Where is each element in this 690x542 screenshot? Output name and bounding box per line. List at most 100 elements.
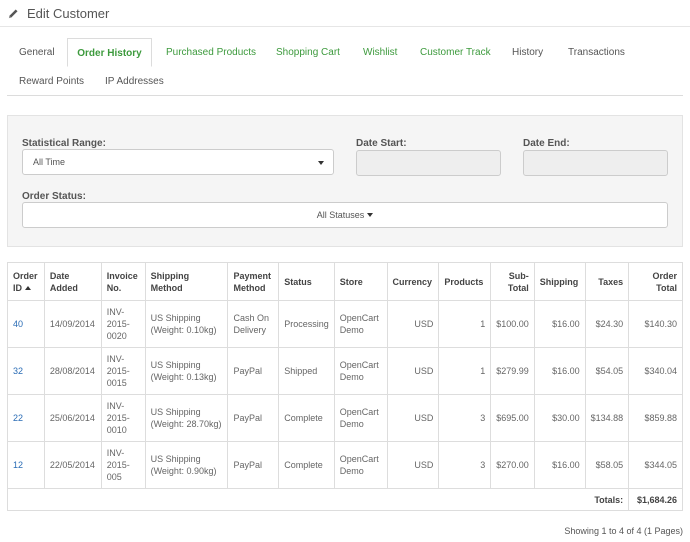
store-cell: OpenCart Demo [333,441,388,489]
shipping-cell: $16.00 [533,347,586,395]
total-cell: $140.30 [628,300,683,348]
date-cell: 14/09/2014 [43,300,102,348]
tab-shopping-cart[interactable]: Shopping Cart [276,38,340,67]
date-cell: 25/06/2014 [43,394,102,442]
payment-cell: PayPal [227,441,280,489]
subtotal-cell: $695.00 [490,394,535,442]
store-cell: OpenCart Demo [333,347,388,395]
status-dropdown[interactable]: All Statuses [22,202,668,228]
taxes-cell: $54.05 [584,347,630,395]
tab-ip-addresses[interactable]: IP Addresses [105,67,164,96]
totals-row: Totals: $1,684.26 [6,488,683,511]
store-cell: OpenCart Demo [333,300,388,348]
tab-reward-points[interactable]: Reward Points [19,67,84,96]
order-history-table: Order ID Date Added Invoice No. Shipping… [6,262,683,511]
range-label: Statistical Range: [22,138,106,149]
products-cell: 1 [438,300,492,348]
page-title: Edit Customer [27,5,110,21]
tab-history[interactable]: History [512,38,543,67]
col-products[interactable]: Products [438,262,492,301]
date-cell: 28/08/2014 [43,347,102,395]
col-invoice[interactable]: Invoice No. [100,262,146,301]
order-id-link[interactable]: 22 [13,413,23,423]
total-cell: $344.05 [628,441,683,489]
col-order-total[interactable]: Order Total [628,262,683,301]
status-label: Order Status: [22,191,86,202]
store-cell: OpenCart Demo [333,394,388,442]
table-row: 40 14/09/2014 INV-2015-0020 US Shipping … [7,300,683,348]
taxes-cell: $58.05 [584,441,630,489]
table-row: 32 28/08/2014 INV-2015-0015 US Shipping … [7,347,683,395]
status-cell: Shipped [278,347,335,395]
pagination-info: Showing 1 to 4 of 4 (1 Pages) [564,526,683,536]
status-value: All Statuses [316,210,365,220]
total-cell: $859.88 [628,394,683,442]
chevron-down-icon [318,161,324,165]
taxes-cell: $134.88 [584,394,630,442]
shipping-method-cell: US Shipping (Weight: 0.10kg) [144,300,229,348]
col-status[interactable]: Status [278,262,335,301]
order-id-link[interactable]: 40 [13,319,23,329]
status-cell: Complete [278,394,335,442]
shipping-cell: $30.00 [533,394,586,442]
currency-cell: USD [386,441,440,489]
tab-customer-track[interactable]: Customer Track [420,38,491,67]
tab-wishlist[interactable]: Wishlist [363,38,397,67]
products-cell: 3 [438,394,492,442]
subtotal-cell: $100.00 [490,300,535,348]
invoice-cell: INV-2015-0010 [100,394,146,442]
col-payment-method[interactable]: Payment Method [227,262,280,301]
invoice-cell: INV-2015-0015 [100,347,146,395]
order-id-link[interactable]: 12 [13,460,23,470]
products-cell: 1 [438,347,492,395]
tab-order-history[interactable]: Order History [67,38,152,67]
pencil-icon [8,8,18,18]
date-start-input[interactable] [356,150,501,176]
tab-general[interactable]: General [19,38,55,67]
range-value: All Time [33,157,66,167]
date-start-label: Date Start: [356,138,407,149]
order-id-link[interactable]: 32 [13,366,23,376]
sort-asc-icon [25,286,31,291]
col-order-id[interactable]: Order ID [7,262,45,301]
totals-label: Totals: [6,488,630,511]
customer-tabs: General Order History Purchased Products… [7,37,683,96]
date-end-input[interactable] [523,150,668,176]
taxes-cell: $24.30 [584,300,630,348]
col-store[interactable]: Store [333,262,388,301]
totals-value: $1,684.26 [628,488,683,511]
payment-cell: Cash On Delivery [227,300,280,348]
table-row: 12 22/05/2014 INV-2015-005 US Shipping (… [7,441,683,489]
col-date-added[interactable]: Date Added [43,262,102,301]
page-header: Edit Customer [0,0,690,27]
table-row: 22 25/06/2014 INV-2015-0010 US Shipping … [7,394,683,442]
currency-cell: USD [386,394,440,442]
status-cell: Processing [278,300,335,348]
tab-purchased-products[interactable]: Purchased Products [166,38,256,67]
table-header-row: Order ID Date Added Invoice No. Shipping… [7,262,683,301]
shipping-method-cell: US Shipping (Weight: 0.90kg) [144,441,229,489]
shipping-cell: $16.00 [533,300,586,348]
date-end-label: Date End: [523,138,570,149]
col-taxes[interactable]: Taxes [584,262,630,301]
date-cell: 22/05/2014 [43,441,102,489]
col-currency[interactable]: Currency [386,262,440,301]
shipping-method-cell: US Shipping (Weight: 0.13kg) [144,347,229,395]
col-shipping[interactable]: Shipping [533,262,586,301]
filter-panel: Statistical Range: All Time Date Start: … [7,115,683,247]
products-cell: 3 [438,441,492,489]
col-shipping-method[interactable]: Shipping Method [144,262,229,301]
col-subtotal[interactable]: Sub-Total [490,262,535,301]
invoice-cell: INV-2015-005 [100,441,146,489]
payment-cell: PayPal [227,394,280,442]
subtotal-cell: $270.00 [490,441,535,489]
caret-down-icon [367,213,374,217]
shipping-cell: $16.00 [533,441,586,489]
shipping-method-cell: US Shipping (Weight: 28.70kg) [144,394,229,442]
payment-cell: PayPal [227,347,280,395]
invoice-cell: INV-2015-0020 [100,300,146,348]
currency-cell: USD [386,347,440,395]
tab-transactions[interactable]: Transactions [568,38,625,67]
range-select[interactable]: All Time [22,149,334,175]
subtotal-cell: $279.99 [490,347,535,395]
